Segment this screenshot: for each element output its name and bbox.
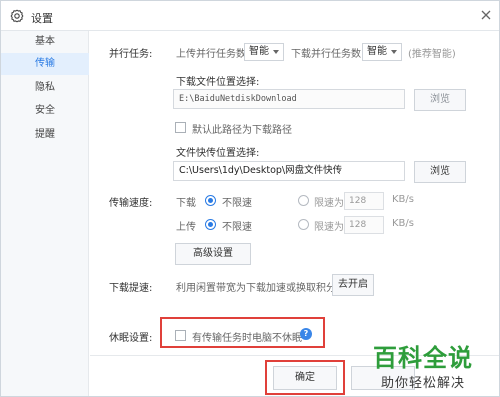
- sidebar-item-security[interactable]: 安全: [1, 100, 89, 122]
- upload-parallel-select[interactable]: 智能: [244, 43, 284, 61]
- watermark-title: 百科全说: [373, 344, 473, 372]
- boost-section-label: 下载提速:: [109, 283, 153, 294]
- download-unlimited-radio[interactable]: [205, 195, 216, 206]
- download-parallel-label: 下载并行任务数: [291, 49, 361, 60]
- download-path-field[interactable]: E:\BaiduNetdiskDownload: [173, 89, 405, 109]
- upload-limit-input[interactable]: 128: [344, 216, 384, 234]
- no-sleep-checkbox[interactable]: [175, 330, 186, 341]
- quick-transfer-label: 文件快传位置选择:: [176, 148, 260, 159]
- default-path-checkbox[interactable]: [175, 122, 186, 133]
- boost-enable-button[interactable]: 去开启: [332, 274, 374, 296]
- parallel-hint: (推荐智能): [408, 49, 456, 60]
- download-browse-button[interactable]: 浏览: [414, 89, 466, 111]
- download-limit-radio[interactable]: [298, 195, 309, 206]
- download-parallel-value: 智能: [367, 46, 387, 57]
- watermark-subtitle: 助你轻松解决: [381, 376, 466, 391]
- help-icon[interactable]: ?: [300, 328, 312, 340]
- download-limit-label: 限速为: [314, 198, 344, 209]
- upload-limit-radio[interactable]: [298, 219, 309, 230]
- advanced-settings-button[interactable]: 高级设置: [175, 243, 251, 265]
- close-icon[interactable]: [479, 8, 493, 22]
- quick-transfer-path-field[interactable]: C:\Users\1dy\Desktop\网盘文件快传: [173, 161, 405, 181]
- upload-parallel-label: 上传并行任务数: [176, 49, 246, 60]
- download-limit-input[interactable]: 128: [344, 192, 384, 210]
- settings-window: 设置 基本 传输 隐私 安全 提醒 并行任务: 上传并行任务数 智能 下载并行任…: [0, 0, 500, 397]
- upload-parallel-value: 智能: [249, 46, 269, 57]
- sidebar-item-transfer[interactable]: 传输: [1, 53, 89, 75]
- parallel-section-label: 并行任务:: [109, 49, 153, 60]
- ok-button[interactable]: 确定: [273, 366, 337, 390]
- chevron-down-icon: [273, 50, 279, 54]
- upload-unlimited-radio[interactable]: [205, 219, 216, 230]
- speed-download-label: 下载: [176, 198, 196, 209]
- speed-section-label: 传输速度:: [109, 198, 153, 209]
- title-bar: 设置: [1, 1, 499, 31]
- boost-description: 利用闲置带宽为下载加速或换取积分: [176, 283, 336, 294]
- window-title: 设置: [31, 12, 53, 25]
- download-unlimited-label: 不限速: [222, 198, 252, 209]
- upload-unlimited-label: 不限速: [222, 222, 252, 233]
- chevron-down-icon: [391, 50, 397, 54]
- sidebar-item-basic[interactable]: 基本: [1, 31, 89, 53]
- settings-sidebar: 基本 传输 隐私 安全 提醒: [1, 31, 89, 396]
- gear-icon: [10, 9, 24, 23]
- download-limit-unit: KB/s: [392, 194, 414, 205]
- sleep-section-label: 休眠设置:: [109, 333, 153, 344]
- quick-transfer-browse-button[interactable]: 浏览: [414, 161, 466, 183]
- download-location-label: 下载文件位置选择:: [176, 77, 260, 88]
- no-sleep-label: 有传输任务时电脑不休眠: [192, 333, 302, 344]
- upload-limit-unit: KB/s: [392, 218, 414, 229]
- speed-upload-label: 上传: [176, 222, 196, 233]
- sidebar-item-privacy[interactable]: 隐私: [1, 77, 89, 99]
- default-path-label: 默认此路径为下载路径: [192, 125, 292, 136]
- download-parallel-select[interactable]: 智能: [362, 43, 402, 61]
- upload-limit-label: 限速为: [314, 222, 344, 233]
- sidebar-item-reminder[interactable]: 提醒: [1, 124, 89, 146]
